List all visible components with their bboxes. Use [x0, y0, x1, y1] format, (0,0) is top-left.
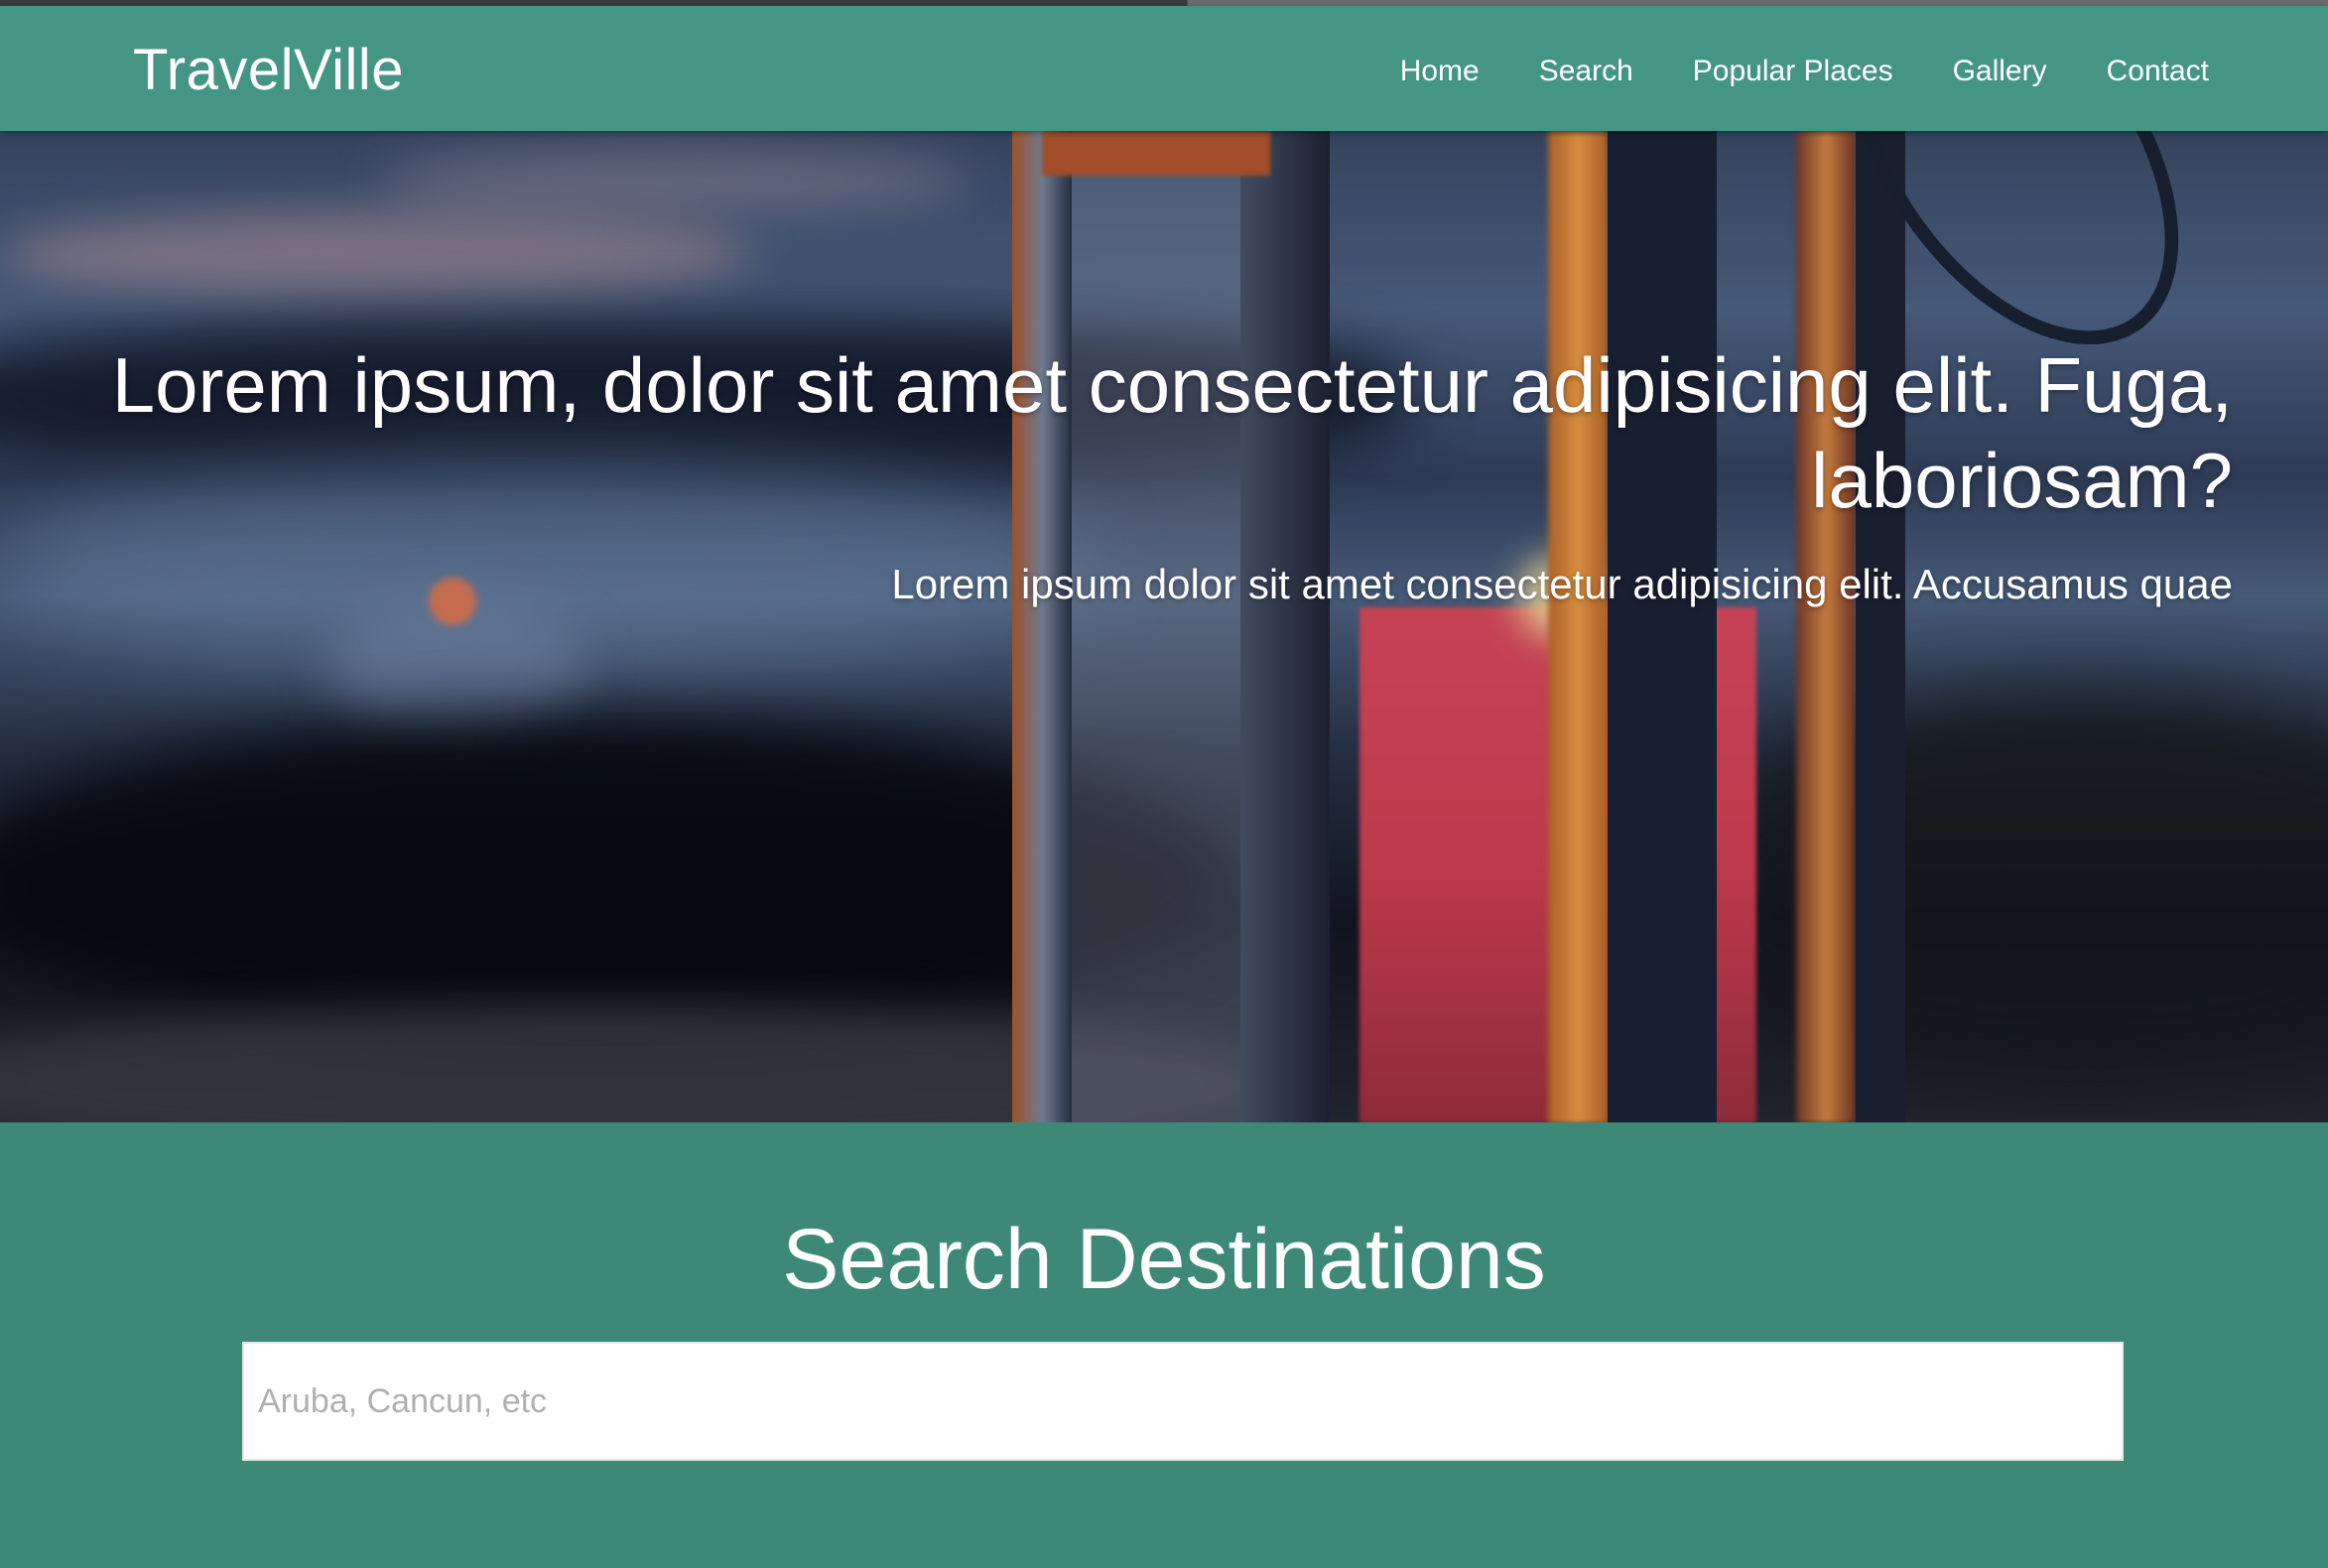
main-nav: Home Search Popular Places Gallery Conta… [1341, 52, 2209, 91]
nav-contact[interactable]: Contact [2107, 52, 2209, 91]
hero-subtitle: Lorem ipsum dolor sit amet consectetur a… [891, 561, 2233, 607]
hero-section: Lorem ipsum, dolor sit amet consectetur … [0, 131, 2328, 1122]
nav-popular-places[interactable]: Popular Places [1693, 52, 1893, 91]
nav-search[interactable]: Search [1539, 52, 1633, 91]
search-section: Search Destinations [0, 1122, 2328, 1568]
nav-gallery[interactable]: Gallery [1953, 52, 2047, 91]
hero-overlay [0, 131, 2328, 1122]
nav-home[interactable]: Home [1400, 52, 1480, 91]
hero-title: Lorem ipsum, dolor sit amet consectetur … [111, 341, 2233, 524]
destination-search-input[interactable] [242, 1342, 2124, 1461]
navbar: TravelVille Home Search Popular Places G… [0, 6, 2328, 131]
brand-logo[interactable]: TravelVille [133, 36, 404, 105]
search-title: Search Destinations [782, 1212, 1546, 1307]
